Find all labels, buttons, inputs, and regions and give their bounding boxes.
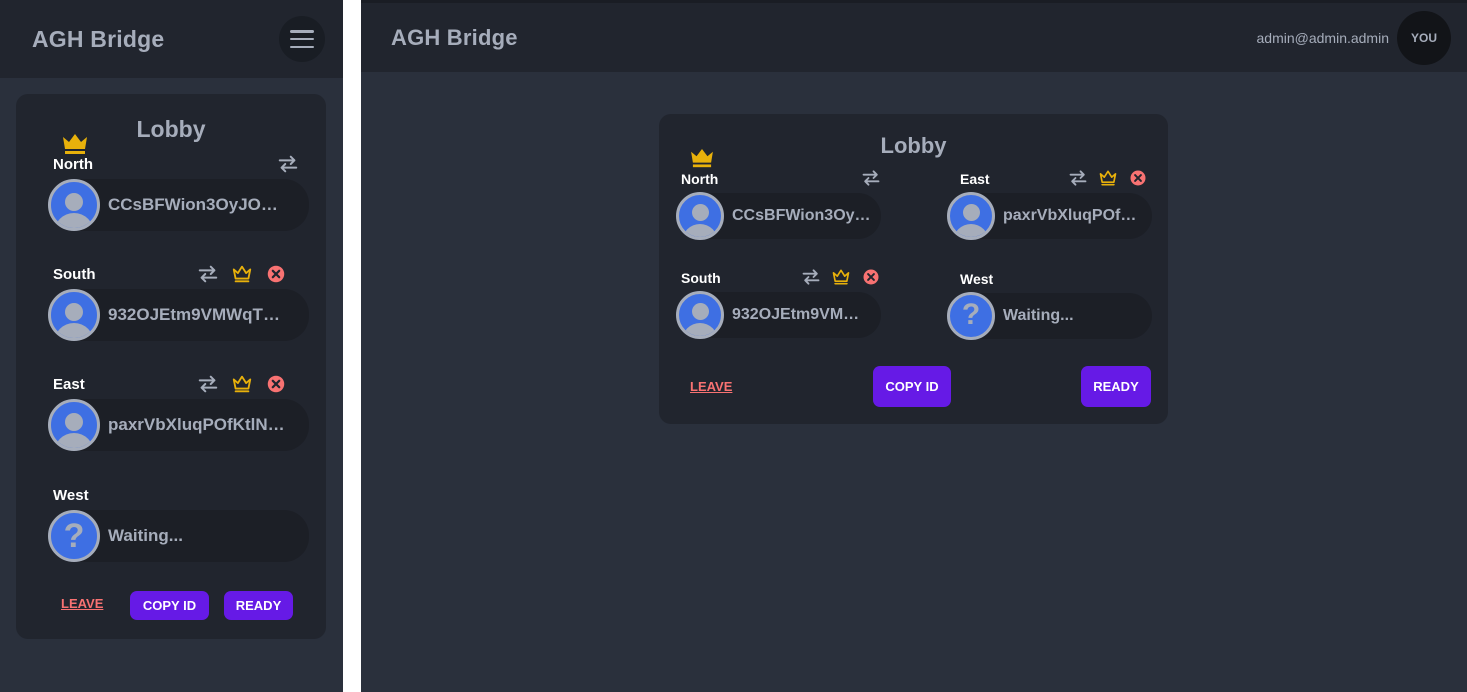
player-name: paxrVbXluqPOfKtlNzRd <box>1003 207 1143 224</box>
brand-title[interactable]: AGH Bridge <box>32 26 164 53</box>
crown-outline-icon[interactable] <box>831 267 851 287</box>
seat-label-east: East <box>53 376 85 393</box>
copy-id-button[interactable]: COPY ID <box>873 366 951 407</box>
player-name: 932OJEtm9VMWqTzbAQnG <box>108 305 286 324</box>
navbar: AGH Bridge admin@admin.admin YOU <box>361 0 1467 72</box>
seat-label-east: East <box>960 171 990 187</box>
seat-south: South 932OJEtm9VMWqTzbAQnG <box>48 263 313 374</box>
crown-icon <box>690 149 714 169</box>
seat-west: West ? Waiting... <box>947 271 1156 361</box>
seat-actions <box>861 168 881 188</box>
question-icon: ? <box>947 292 995 340</box>
close-circle-icon[interactable] <box>265 263 287 285</box>
seat-actions <box>197 373 287 395</box>
seat-actions <box>801 267 881 287</box>
seat-label-west: West <box>960 271 994 287</box>
ready-button[interactable]: READY <box>1081 366 1151 407</box>
leave-button[interactable]: LEAVE <box>61 596 103 611</box>
seat-north: North CCsBFWion3OyJOxRlxXq <box>676 168 885 261</box>
seat-label-north: North <box>53 156 93 173</box>
seat-actions <box>1068 168 1148 188</box>
player-chip: paxrVbXluqPOfKtlNzRd <box>48 399 309 451</box>
brand-title[interactable]: AGH Bridge <box>391 25 518 51</box>
close-circle-icon[interactable] <box>1128 168 1148 188</box>
player-chip: paxrVbXluqPOfKtlNzRd <box>947 192 1152 240</box>
navbar: AGH Bridge <box>0 0 343 78</box>
player-name: CCsBFWion3OyJOxRlxXq <box>732 207 872 224</box>
desktop-view: AGH Bridge admin@admin.admin YOU Lobby N… <box>361 0 1467 692</box>
crown-outline-icon[interactable] <box>231 373 253 395</box>
crown-outline-icon[interactable] <box>1098 168 1118 188</box>
seat-label-south: South <box>681 270 721 286</box>
seat-label-south: South <box>53 266 96 283</box>
swap-arrows-icon[interactable] <box>197 263 219 285</box>
seat-north: North CCsBFWion3OyJOxRlxXq <box>48 153 313 264</box>
swap-arrows-icon[interactable] <box>861 168 881 188</box>
lobby-card: Lobby North CCsBFWion3OyJOxRlxXq East <box>659 114 1168 424</box>
lobby-title: Lobby <box>880 133 947 158</box>
seat-label-north: North <box>681 171 719 187</box>
close-circle-icon[interactable] <box>265 373 287 395</box>
swap-arrows-icon[interactable] <box>801 267 821 287</box>
copy-id-button[interactable]: COPY ID <box>130 591 209 620</box>
player-chip: CCsBFWion3OyJOxRlxXq <box>48 179 309 231</box>
user-email: admin@admin.admin <box>1256 29 1390 46</box>
leave-button[interactable]: LEAVE <box>690 379 732 394</box>
player-chip: ? Waiting... <box>947 292 1152 340</box>
swap-arrows-icon[interactable] <box>1068 168 1088 188</box>
seat-west: West ? Waiting... <box>48 487 313 595</box>
player-chip: 932OJEtm9VMWqTzbAQnG <box>676 291 881 339</box>
swap-arrows-icon[interactable] <box>197 373 219 395</box>
player-name: Waiting... <box>108 526 183 545</box>
swap-arrows-icon[interactable] <box>277 153 299 175</box>
player-name: paxrVbXluqPOfKtlNzRd <box>108 415 286 434</box>
seat-actions <box>197 263 287 285</box>
user-icon <box>48 179 100 231</box>
user-icon <box>947 192 995 240</box>
user-icon <box>48 399 100 451</box>
mobile-view: AGH Bridge Lobby North CCsBFWion3OyJOxRl… <box>0 0 343 692</box>
avatar[interactable]: YOU <box>1397 10 1451 65</box>
close-circle-icon[interactable] <box>861 267 881 287</box>
seat-east: East paxrVbXluqPOfKtlNzRd <box>947 168 1156 261</box>
player-name: 932OJEtm9VMWqTzbAQnG <box>732 306 872 323</box>
player-name: CCsBFWion3OyJOxRlxXq <box>108 195 286 214</box>
hamburger-icon <box>290 30 314 48</box>
user-icon <box>676 192 724 240</box>
crown-outline-icon[interactable] <box>231 263 253 285</box>
player-chip: ? Waiting... <box>48 510 309 562</box>
seat-actions <box>277 153 299 175</box>
user-menu: admin@admin.admin YOU <box>1256 10 1451 65</box>
question-icon: ? <box>48 510 100 562</box>
player-name: Waiting... <box>1003 307 1074 324</box>
menu-button[interactable] <box>279 16 325 62</box>
lobby-card: Lobby North CCsBFWion3OyJOxRlxXq South <box>16 94 326 639</box>
crown-icon <box>62 134 88 156</box>
user-icon <box>48 289 100 341</box>
player-chip: CCsBFWion3OyJOxRlxXq <box>676 192 881 240</box>
ready-button[interactable]: READY <box>224 591 293 620</box>
player-chip: 932OJEtm9VMWqTzbAQnG <box>48 289 309 341</box>
seat-label-west: West <box>53 487 89 504</box>
user-icon <box>676 291 724 339</box>
seat-east: East paxrVbXluqPOfKtlNzRd <box>48 373 313 484</box>
seat-south: South 932OJEtm9VMWqTzbAQnG <box>676 267 885 360</box>
